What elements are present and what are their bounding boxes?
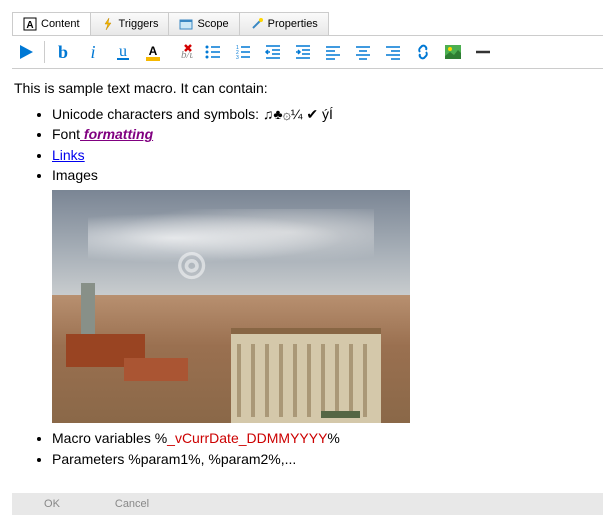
outdent-button[interactable]	[261, 40, 285, 64]
bullet-list-button[interactable]	[201, 40, 225, 64]
list-item: Links	[52, 146, 601, 166]
watermark-icon: ⦾	[177, 241, 206, 291]
align-left-button[interactable]	[321, 40, 345, 64]
italic-button[interactable]: i	[81, 40, 105, 64]
numbered-list-button[interactable]: 123	[231, 40, 255, 64]
tab-scope-label: Scope	[197, 18, 228, 30]
list-item: Font formatting	[52, 125, 601, 145]
tab-triggers-label: Triggers	[119, 18, 159, 30]
link-button[interactable]	[411, 40, 435, 64]
svg-text:A: A	[149, 44, 158, 58]
unicode-symbols: ♫♣۞¼ ✔ ýÍ	[263, 106, 333, 122]
svg-text:u: u	[119, 43, 127, 60]
intro-text: This is sample text macro. It can contai…	[14, 79, 601, 99]
bold-button[interactable]: b	[51, 40, 75, 64]
tab-bar: A Content Triggers Scope Properties	[12, 12, 603, 36]
align-right-button[interactable]	[381, 40, 405, 64]
macro-variable: _vCurrDate_DDMMYYYY	[167, 430, 327, 446]
editor-toolbar: b i u A b/u 123	[12, 36, 603, 69]
image-button[interactable]	[441, 40, 465, 64]
cancel-button[interactable]: Cancel	[92, 493, 172, 515]
tab-triggers[interactable]: Triggers	[90, 12, 170, 35]
clear-format-button[interactable]: b/u	[171, 40, 195, 64]
tab-content-label: Content	[41, 18, 80, 30]
svg-text:i: i	[90, 42, 95, 62]
separator	[44, 41, 45, 63]
content-area[interactable]: This is sample text macro. It can contai…	[12, 69, 603, 485]
list-item: Images ⦾	[52, 166, 601, 423]
align-center-button[interactable]	[351, 40, 375, 64]
unicode-label: Unicode characters and symbols:	[52, 106, 263, 122]
lightning-icon	[101, 17, 115, 31]
list-item: Parameters %param1%, %param2%,...	[52, 450, 601, 470]
tab-properties[interactable]: Properties	[239, 12, 329, 35]
tab-scope[interactable]: Scope	[168, 12, 239, 35]
indent-button[interactable]	[291, 40, 315, 64]
font-color-button[interactable]: A	[141, 40, 165, 64]
wand-icon	[250, 17, 264, 31]
svg-text:b: b	[58, 42, 68, 62]
hr-button[interactable]	[471, 40, 495, 64]
list-item: Macro variables %_vCurrDate_DDMMYYYY%	[52, 429, 601, 449]
list-item: Unicode characters and symbols: ♫♣۞¼ ✔ ý…	[52, 105, 601, 125]
macro-prefix: Macro variables %	[52, 430, 167, 446]
svg-text:A: A	[26, 20, 33, 31]
tab-content[interactable]: A Content	[12, 12, 91, 35]
tab-properties-label: Properties	[268, 18, 318, 30]
svg-text:3: 3	[236, 55, 239, 61]
button-bar: OK Cancel	[12, 493, 603, 515]
macro-suffix: %	[327, 430, 339, 446]
params-text: Parameters %param1%, %param2%,...	[52, 451, 296, 467]
ok-button[interactable]: OK	[12, 493, 92, 515]
run-button[interactable]	[14, 40, 38, 64]
formatting-styled: formatting	[80, 126, 153, 142]
sample-image: ⦾	[52, 190, 410, 423]
text-icon: A	[23, 17, 37, 31]
underline-button[interactable]: u	[111, 40, 135, 64]
scope-icon	[179, 17, 193, 31]
images-label: Images	[52, 167, 98, 183]
formatting-prefix: Font	[52, 126, 80, 142]
links-link[interactable]: Links	[52, 147, 85, 163]
